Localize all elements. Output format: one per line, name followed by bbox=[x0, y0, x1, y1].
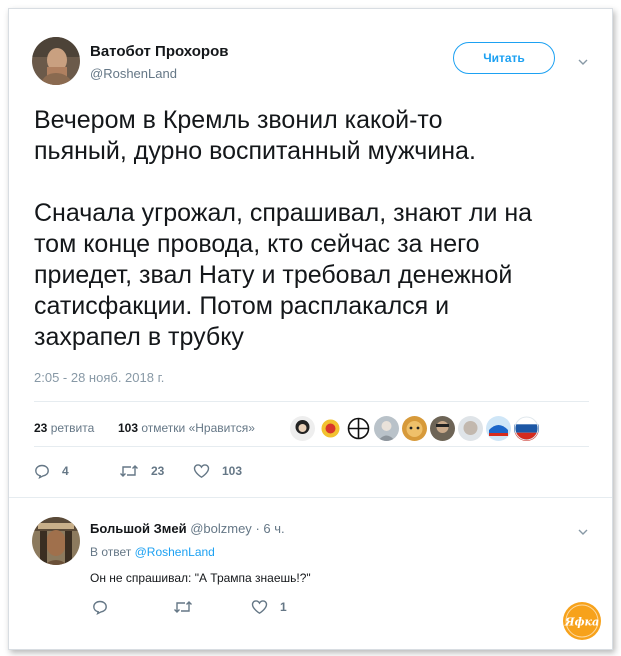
liker-avatar[interactable] bbox=[430, 416, 455, 441]
follow-button[interactable]: Читать bbox=[453, 42, 555, 74]
likes-count: 103 bbox=[118, 421, 139, 435]
svg-text:Яфка: Яфка bbox=[564, 616, 599, 629]
chevron-down-icon[interactable] bbox=[576, 525, 590, 539]
reply-icon bbox=[93, 600, 107, 615]
tweet-text-line: том конце провода, кто сейчас за него bbox=[34, 230, 480, 258]
engagement-stats: 23 ретвита 103 отметки «Нравится» bbox=[34, 412, 589, 446]
tweet-text-line: сатисфакции. Потом расплакался и bbox=[34, 292, 450, 320]
liker-avatar[interactable] bbox=[402, 416, 427, 441]
retweets-count: 23 bbox=[34, 421, 48, 435]
tweet-timestamp[interactable]: 2:05 - 28 нояб. 2018 г. bbox=[34, 370, 164, 385]
tweet-text: Вечером в Кремль звонил какой-то пьяный,… bbox=[34, 105, 594, 353]
author-avatar[interactable] bbox=[32, 37, 80, 85]
tweet-text-line: Вечером в Кремль звонил какой-то bbox=[34, 106, 443, 134]
author-name[interactable]: Ватобот Прохоров bbox=[90, 43, 228, 60]
retweet-icon bbox=[174, 601, 192, 613]
retweets-label: ретвита bbox=[50, 421, 95, 435]
tweet-text-line: пьяный, дурно воспитанный мужчина. bbox=[34, 137, 476, 165]
retweet-count: 23 bbox=[151, 464, 165, 478]
retweet-icon bbox=[120, 465, 138, 477]
tweet-text-line: Сначала угрожал, спрашивал, знают ли на bbox=[34, 199, 533, 227]
heart-icon bbox=[193, 464, 210, 479]
likes-label: отметки «Нравится» bbox=[141, 421, 255, 435]
retweet-action[interactable]: 23 bbox=[119, 461, 164, 481]
reply-count: 4 bbox=[62, 464, 69, 478]
reply-icon bbox=[35, 464, 49, 479]
reply-to-prefix: В ответ bbox=[90, 545, 132, 559]
like-count: 103 bbox=[222, 464, 243, 478]
divider bbox=[9, 497, 612, 498]
reply-time[interactable]: · 6 ч. bbox=[255, 521, 284, 536]
tweet-card: Ватобот Прохоров @RoshenLand Читать Вече… bbox=[8, 8, 613, 650]
reply-author-name[interactable]: Большой Змей bbox=[90, 521, 187, 536]
reply-to-handle-link[interactable]: @RoshenLand bbox=[135, 545, 215, 559]
tweet-text-line: приедет, звал Нату и требовал денежной bbox=[34, 261, 513, 289]
reply-reply-action[interactable] bbox=[92, 597, 108, 617]
reply-retweet-action[interactable] bbox=[173, 597, 193, 617]
liker-avatar[interactable] bbox=[346, 416, 371, 441]
author-handle[interactable]: @RoshenLand bbox=[90, 66, 177, 81]
reply-action[interactable]: 4 bbox=[34, 461, 69, 481]
liker-avatar[interactable] bbox=[514, 416, 539, 441]
heart-icon bbox=[251, 600, 268, 615]
site-logo-watermark: Яфка bbox=[562, 601, 602, 641]
reply-like-action[interactable]: 1 bbox=[251, 597, 287, 617]
reply-like-count: 1 bbox=[280, 600, 287, 614]
reply-header: Большой Змей @bolzmey · 6 ч. bbox=[90, 521, 285, 536]
liker-avatar[interactable] bbox=[290, 416, 315, 441]
liker-avatar[interactable] bbox=[374, 416, 399, 441]
reply-to-line: В ответ @RoshenLand bbox=[90, 545, 215, 559]
liker-avatar[interactable] bbox=[318, 416, 343, 441]
likes-stat[interactable]: 103 отметки «Нравится» bbox=[118, 421, 255, 435]
chevron-down-icon[interactable] bbox=[576, 55, 590, 69]
liker-avatar[interactable] bbox=[458, 416, 483, 441]
reply-author-handle[interactable]: @bolzmey bbox=[190, 521, 252, 536]
reply-author-avatar[interactable] bbox=[32, 517, 80, 565]
like-action[interactable]: 103 bbox=[193, 461, 242, 481]
reply-text: Он не спрашивал: "А Трампа знаешь!?" bbox=[90, 571, 311, 585]
divider bbox=[34, 401, 589, 402]
retweets-stat[interactable]: 23 ретвита bbox=[34, 421, 94, 435]
divider bbox=[34, 446, 589, 447]
tweet-text-line: захрапел в трубку bbox=[34, 323, 244, 351]
liker-avatar[interactable] bbox=[486, 416, 511, 441]
